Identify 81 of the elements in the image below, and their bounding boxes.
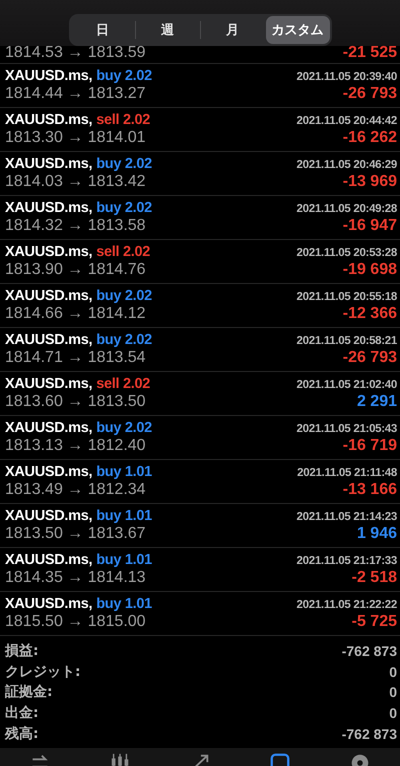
profit-value: -19 698 bbox=[342, 260, 397, 280]
profit-value: -5 725 bbox=[352, 612, 397, 632]
price-range: 1814.71 → 1813.54 bbox=[5, 348, 146, 368]
price-range: 1813.30 → 1814.01 bbox=[5, 128, 146, 148]
trade-time: 2021.11.05 21:05:43 bbox=[296, 422, 397, 434]
trade-time: 2021.11.05 20:55:18 bbox=[296, 290, 397, 302]
symbol-label: XAUUSD.ms, bbox=[5, 420, 92, 436]
profit-value: -21 525 bbox=[342, 43, 397, 63]
summary-value: 0 bbox=[389, 684, 397, 700]
order-label: buy 1.01 bbox=[96, 552, 152, 568]
order-label: buy 2.02 bbox=[96, 332, 152, 348]
order-label: buy 1.01 bbox=[96, 596, 152, 612]
summary-value: 0 bbox=[389, 705, 397, 722]
trade-time: 2021.11.05 20:58:21 bbox=[296, 334, 397, 346]
price-range: 1814.53 → 1813.59 bbox=[5, 43, 146, 63]
price-range: 1814.03 → 1813.42 bbox=[5, 172, 146, 192]
profit-value: 1 946 bbox=[356, 524, 397, 544]
symbol-label: XAUUSD.ms, bbox=[5, 200, 92, 216]
summary-value: 0 bbox=[389, 664, 397, 680]
symbol-label: XAUUSD.ms, bbox=[5, 288, 92, 304]
symbol-label: XAUUSD.ms, bbox=[5, 68, 92, 84]
order-label: buy 2.02 bbox=[96, 420, 152, 436]
summary-label: 残高: bbox=[5, 724, 39, 743]
trade-time: 2021.11.05 20:49:28 bbox=[296, 202, 397, 214]
price-range: 1813.49 → 1812.34 bbox=[5, 480, 146, 500]
trade-time: 2021.11.05 20:46:29 bbox=[296, 158, 397, 170]
order-label: buy 2.02 bbox=[96, 68, 152, 84]
trade-time: 2021.11.05 21:14:23 bbox=[296, 510, 397, 522]
symbol-label: XAUUSD.ms, bbox=[5, 376, 92, 392]
profit-value: -26 793 bbox=[342, 348, 397, 368]
symbol-label: XAUUSD.ms, bbox=[5, 244, 92, 260]
symbol-label: XAUUSD.ms, bbox=[5, 508, 92, 524]
summary-label: 証拠金: bbox=[5, 683, 53, 702]
profit-value: -12 366 bbox=[342, 304, 397, 324]
trade-time: 2021.11.05 21:02:40 bbox=[296, 378, 397, 390]
summary-label: 出金: bbox=[5, 704, 39, 722]
price-range: 1813.90 → 1814.76 bbox=[5, 260, 146, 280]
order-label: buy 2.02 bbox=[96, 156, 152, 172]
summary-label: 損益: bbox=[5, 642, 39, 660]
period-tab[interactable]: 週 bbox=[136, 16, 200, 44]
trade-time: 2021.11.05 20:53:28 bbox=[296, 246, 397, 258]
summary-label: クレジット: bbox=[5, 662, 81, 681]
period-tab[interactable]: 日 bbox=[70, 16, 134, 44]
period-tab[interactable]: 月 bbox=[200, 16, 264, 44]
symbol-label: XAUUSD.ms, bbox=[5, 332, 92, 348]
profit-value: -16 262 bbox=[342, 128, 397, 148]
order-label: buy 1.01 bbox=[96, 464, 152, 480]
price-range: 1813.50 → 1813.67 bbox=[5, 524, 146, 544]
profit-value: -16 719 bbox=[342, 436, 397, 456]
price-range: 1814.44 → 1813.27 bbox=[5, 84, 146, 104]
symbol-label: XAUUSD.ms, bbox=[5, 464, 92, 480]
profit-value: 2 291 bbox=[356, 392, 397, 412]
profit-value: -2 518 bbox=[352, 568, 397, 588]
trade-time: 2021.11.05 21:17:33 bbox=[296, 554, 397, 566]
order-label: buy 2.02 bbox=[96, 288, 152, 304]
order-label: buy 1.01 bbox=[96, 508, 152, 524]
symbol-label: XAUUSD.ms, bbox=[5, 112, 92, 128]
trade-time: 2021.11.05 20:39:40 bbox=[296, 70, 397, 82]
symbol-label: XAUUSD.ms, bbox=[5, 596, 92, 612]
order-label: sell 2.02 bbox=[96, 244, 150, 260]
price-range: 1813.60 → 1813.50 bbox=[5, 392, 146, 412]
summary-value: -762 873 bbox=[342, 726, 397, 742]
symbol-label: XAUUSD.ms, bbox=[5, 156, 92, 172]
trade-time: 2021.11.05 20:44:42 bbox=[296, 114, 397, 126]
profit-value: -13 166 bbox=[342, 480, 397, 500]
symbol-label: XAUUSD.ms, bbox=[5, 552, 92, 568]
period-tab[interactable]: カスタム bbox=[266, 16, 330, 44]
order-label: buy 2.02 bbox=[96, 200, 152, 216]
order-label: sell 2.02 bbox=[96, 376, 150, 392]
summary-value: -762 873 bbox=[342, 643, 397, 660]
price-range: 1814.66 → 1814.12 bbox=[5, 304, 146, 324]
profit-value: -26 793 bbox=[342, 84, 397, 104]
trade-time: 2021.11.05 21:22:22 bbox=[296, 598, 397, 610]
order-label: sell 2.02 bbox=[96, 112, 150, 128]
price-range: 1813.13 → 1812.40 bbox=[5, 436, 146, 456]
price-range: 1814.32 → 1813.58 bbox=[5, 216, 146, 236]
profit-value: -16 947 bbox=[342, 216, 397, 236]
profit-value: -13 969 bbox=[342, 172, 397, 192]
price-range: 1814.35 → 1814.13 bbox=[5, 568, 146, 588]
trade-time: 2021.11.05 21:11:48 bbox=[297, 466, 397, 478]
price-range: 1815.50 → 1815.00 bbox=[5, 612, 146, 632]
